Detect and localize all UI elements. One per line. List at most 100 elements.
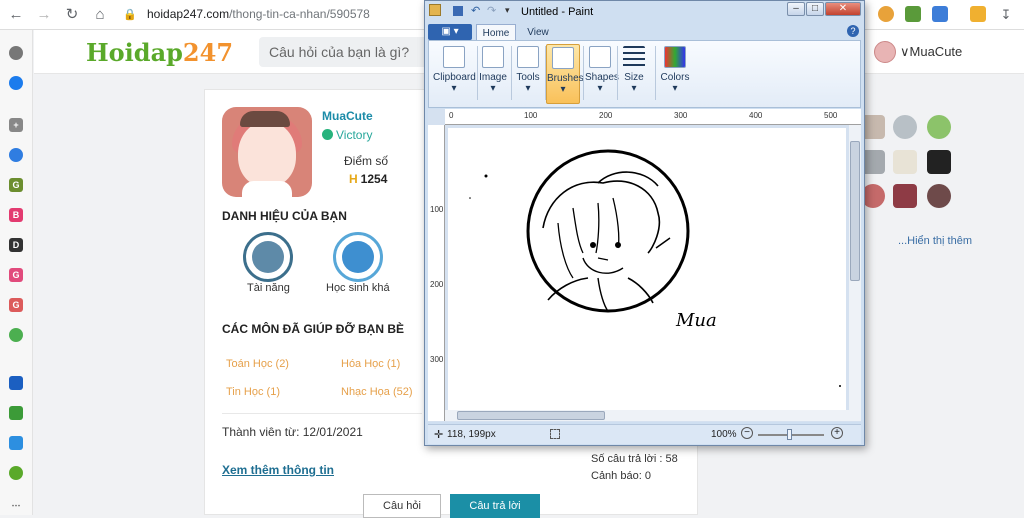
app-icon[interactable] xyxy=(9,328,23,342)
minimize-button[interactable]: – xyxy=(787,2,805,16)
ruler-tick: 100 xyxy=(524,111,538,120)
canvas-area: 0 100 200 300 400 500 100 200 300 Mua xyxy=(428,109,861,422)
answers-tab-button[interactable]: Câu trả lời xyxy=(450,494,540,518)
maximize-button[interactable]: □ xyxy=(806,2,824,16)
subject-link[interactable]: Hóa Học (1) xyxy=(341,358,400,370)
tab-home[interactable]: Home xyxy=(476,24,516,41)
horizontal-scrollbar[interactable] xyxy=(445,410,849,421)
rank-label: Victory xyxy=(336,128,373,142)
subject-link[interactable]: Nhạc Họa (52) xyxy=(341,386,413,398)
tab-view[interactable]: View xyxy=(520,24,556,41)
ruler-tick: 300 xyxy=(430,355,444,364)
member-since: Thành viên từ: 12/01/2021 xyxy=(222,425,363,439)
more-info-link[interactable]: Xem thêm thông tin xyxy=(222,463,334,477)
user-avatar[interactable] xyxy=(927,184,951,208)
extension-icon[interactable] xyxy=(932,6,948,22)
badges-title: DANH HIỆU CỦA BẠN xyxy=(222,209,347,223)
wheat-icon[interactable] xyxy=(243,232,293,282)
user-avatar[interactable] xyxy=(927,115,951,139)
group-label: Shapes xyxy=(585,72,619,83)
select-icon xyxy=(482,46,504,68)
back-icon[interactable]: ← xyxy=(6,5,26,25)
clipboard-group[interactable]: Clipboard ▾ xyxy=(433,44,476,104)
undo-icon[interactable]: ↶ xyxy=(471,4,480,17)
app-icon[interactable]: D xyxy=(9,238,23,252)
app-icon[interactable] xyxy=(9,148,23,162)
add-icon[interactable]: + xyxy=(9,118,23,132)
ruler-tick: 400 xyxy=(749,111,763,120)
shapes-group[interactable]: Shapes ▾ xyxy=(585,44,619,104)
clipboard-icon xyxy=(443,46,465,68)
subject-link[interactable]: Toán Học (2) xyxy=(226,358,289,370)
subjects-title: CÁC MÔN ĐÃ GIÚP ĐỠ BẠN BÈ xyxy=(222,322,405,336)
extension-icon[interactable] xyxy=(970,6,986,22)
app-icon[interactable]: G xyxy=(9,298,23,312)
subject-link[interactable]: Tin Học (1) xyxy=(226,386,280,398)
download-icon[interactable]: ↧ xyxy=(996,5,1016,25)
file-menu-button[interactable]: ▣ ▾ xyxy=(428,24,472,40)
sketch-drawing: Mua xyxy=(469,149,841,387)
app-icon[interactable]: G xyxy=(9,268,23,282)
user-menu-label: ∨MuaCute xyxy=(900,44,963,59)
ruler-tick: 500 xyxy=(824,111,838,120)
line-size-icon xyxy=(623,46,645,68)
history-icon[interactable] xyxy=(9,46,23,60)
user-avatar[interactable] xyxy=(893,115,917,139)
zoom-slider-thumb[interactable] xyxy=(787,429,792,440)
scroll-thumb[interactable] xyxy=(457,411,605,420)
group-label: Colors xyxy=(660,72,690,83)
user-avatar[interactable] xyxy=(927,150,951,174)
paint-app-icon[interactable] xyxy=(429,4,441,16)
ribbon: Clipboard ▾ Image ▾ Tools ▾ Brushes ▾ Shapes… xyxy=(428,40,861,108)
image-group[interactable]: Image ▾ xyxy=(479,44,507,104)
signature-text: Mua xyxy=(675,310,717,331)
ruler-tick: 0 xyxy=(449,111,454,120)
status-bar: ✛ 118, 199px 100% − + xyxy=(428,424,861,444)
paint-window: ↶ ↷ ▾ Untitled - Paint – □ ✕ ▣ ▾ Home Vi… xyxy=(424,0,865,446)
shapes-icon xyxy=(589,46,611,68)
extension-icon[interactable] xyxy=(878,6,894,22)
game-icon[interactable] xyxy=(9,406,23,420)
messenger-icon[interactable] xyxy=(9,76,23,90)
profile-name[interactable]: MuaCute xyxy=(322,109,373,123)
more-icon[interactable]: ⋯ xyxy=(9,498,23,512)
quick-access-dropdown-icon[interactable]: ▾ xyxy=(505,5,510,16)
score-value: H 1254 xyxy=(349,172,387,186)
site-logo[interactable]: Hoidap247 xyxy=(86,38,233,67)
tools-group[interactable]: Tools ▾ xyxy=(513,44,543,104)
address-bar[interactable]: hoidap247.com/thong-tin-ca-nhan/590578 xyxy=(147,7,370,21)
app-icon[interactable] xyxy=(9,466,23,480)
drawing-canvas[interactable]: Mua xyxy=(448,128,846,415)
brushes-group[interactable]: Brushes ▾ xyxy=(546,44,584,104)
forward-icon[interactable]: → xyxy=(34,5,54,25)
cursor-coordinates: 118, 199px xyxy=(447,429,496,440)
answers-count: Số câu trả lời : 58 xyxy=(591,453,678,465)
brush-icon xyxy=(552,47,574,69)
warnings-count: Cảnh báo: 0 xyxy=(591,470,651,482)
redo-icon[interactable]: ↷ xyxy=(487,4,496,17)
vertical-scrollbar[interactable] xyxy=(849,125,861,421)
vtv-icon[interactable] xyxy=(9,376,23,390)
url-path: /thong-tin-ca-nhan/590578 xyxy=(229,7,370,21)
size-group[interactable]: Size ▾ xyxy=(619,44,649,104)
app-icon[interactable]: B xyxy=(9,208,23,222)
help-icon[interactable]: ? xyxy=(847,25,859,37)
user-avatar[interactable] xyxy=(893,150,917,174)
star-badge-icon[interactable] xyxy=(333,232,383,282)
app-icon[interactable]: G xyxy=(9,178,23,192)
user-avatar[interactable] xyxy=(893,184,917,208)
extension-icon[interactable] xyxy=(905,6,921,22)
lock-icon[interactable]: 🔒 xyxy=(120,5,140,25)
zoom-out-icon[interactable]: − xyxy=(741,427,753,439)
close-button[interactable]: ✕ xyxy=(825,2,861,16)
questions-tab-button[interactable]: Câu hỏi xyxy=(363,494,441,518)
tiki-icon[interactable] xyxy=(9,436,23,450)
logo-number: 247 xyxy=(182,38,234,67)
scroll-thumb[interactable] xyxy=(850,141,860,281)
zoom-in-icon[interactable]: + xyxy=(831,427,843,439)
reload-icon[interactable]: ↻ xyxy=(62,5,82,25)
home-icon[interactable]: ⌂ xyxy=(90,5,110,25)
colors-group[interactable]: Colors ▾ xyxy=(658,44,692,104)
show-more-link[interactable]: ...Hiển thị thêm xyxy=(898,235,972,247)
save-icon[interactable] xyxy=(453,6,463,16)
